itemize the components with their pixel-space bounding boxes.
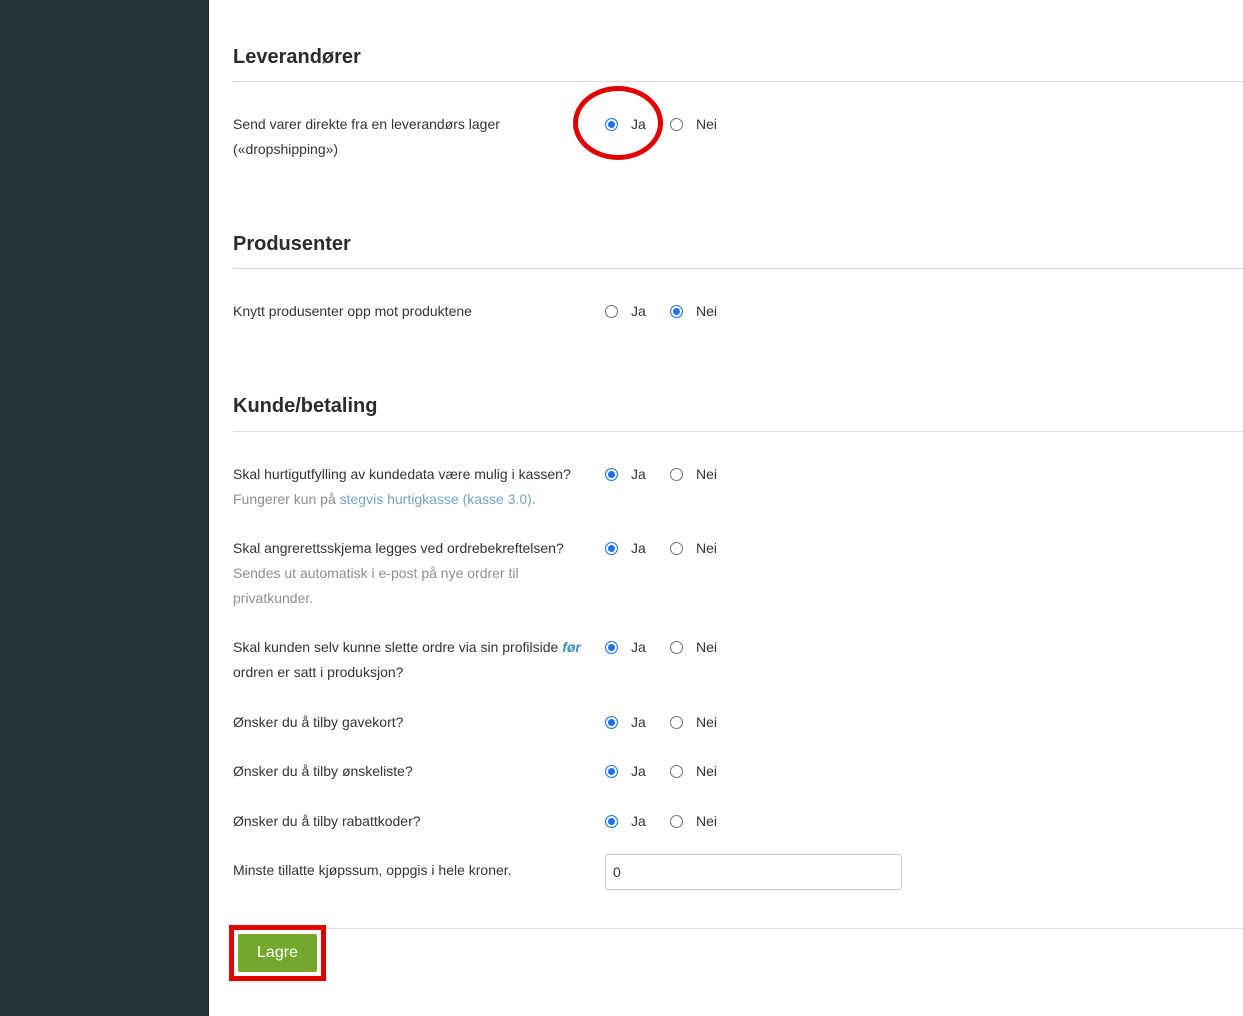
radio-discount-codes-nei[interactable] [670,815,683,828]
setting-label-text: Skal kunden selv kunne slette ordre via … [233,639,563,655]
radio-gift-cards-nei[interactable] [670,716,683,729]
radio-dropshipping-nei[interactable] [670,118,683,131]
section-divider [233,431,1243,432]
radio-dropshipping-ja[interactable] [605,118,618,131]
section-divider [233,81,1243,82]
setting-help-quick-fill: Fungerer kun på stegvis hurtigkasse (kas… [233,487,583,512]
settings-form: Leverandører Send varer direkte fra en l… [233,0,1243,1016]
radio-wishlist-nei[interactable] [670,765,683,778]
help-text: . [531,491,536,507]
setting-label-emphasis: før [562,639,581,655]
radio-delete-orders-ja[interactable] [605,641,618,654]
section-divider [233,268,1243,269]
setting-label-cancellation-form: Skal angrerettsskjema legges ved ordrebe… [233,536,583,611]
radio-label-ja[interactable]: Ja [631,112,646,137]
setting-label-dropshipping: Send varer direkte fra en leverandørs la… [233,116,500,157]
radio-label-ja[interactable]: Ja [631,809,646,834]
setting-label-text: Skal angrerettsskjema legges ved ordrebe… [233,540,564,556]
radio-quick-fill-nei[interactable] [670,468,683,481]
setting-label-min-purchase: Minste tillatte kjøpssum, oppgis i hele … [233,862,512,878]
setting-label-quick-fill: Skal hurtigutfylling av kundedata være m… [233,462,583,512]
save-button[interactable]: Lagre [238,934,317,972]
radio-label-nei[interactable]: Nei [696,462,717,487]
form-footer-divider [233,928,1243,929]
setting-label-gift-cards: Ønsker du å tilby gavekort? [233,714,404,730]
setting-label-discount-codes: Ønsker du å tilby rabattkoder? [233,813,421,829]
setting-help-cancellation-form: Sendes ut automatisk i e-post på nye ord… [233,565,519,606]
radio-label-nei[interactable]: Nei [696,299,717,324]
radio-label-nei[interactable]: Nei [696,759,717,784]
setting-label-text: ordren er satt i produksjon? [233,664,404,680]
radio-label-nei[interactable]: Nei [696,635,717,660]
radio-label-ja[interactable]: Ja [631,759,646,784]
help-text: Fungerer kun på [233,491,340,507]
checkout-link[interactable]: stegvis hurtigkasse (kasse 3.0) [340,491,532,507]
setting-label-text: Skal hurtigutfylling av kundedata være m… [233,466,571,482]
radio-cancellation-form-ja[interactable] [605,542,618,555]
section-title-customer-payment: Kunde/betaling [233,395,378,417]
radio-label-ja[interactable]: Ja [631,710,646,735]
radio-label-nei[interactable]: Nei [696,536,717,561]
radio-link-manufacturers-ja[interactable] [605,305,618,318]
setting-label-delete-orders: Skal kunden selv kunne slette ordre via … [233,635,583,685]
radio-discount-codes-ja[interactable] [605,815,618,828]
section-title-suppliers: Leverandører [233,46,361,68]
radio-gift-cards-ja[interactable] [605,716,618,729]
radio-label-nei[interactable]: Nei [696,809,717,834]
radio-quick-fill-ja[interactable] [605,468,618,481]
radio-delete-orders-nei[interactable] [670,641,683,654]
radio-label-nei[interactable]: Nei [696,710,717,735]
radio-label-ja[interactable]: Ja [631,635,646,660]
sidebar [0,0,209,1016]
radio-label-ja[interactable]: Ja [631,299,646,324]
radio-label-ja[interactable]: Ja [631,536,646,561]
radio-label-ja[interactable]: Ja [631,462,646,487]
section-title-manufacturers: Produsenter [233,233,351,255]
radio-label-nei[interactable]: Nei [696,112,717,137]
min-purchase-input[interactable] [605,854,902,890]
setting-label-link-manufacturers: Knytt produsenter opp mot produktene [233,303,472,319]
radio-cancellation-form-nei[interactable] [670,542,683,555]
radio-link-manufacturers-nei[interactable] [670,305,683,318]
radio-wishlist-ja[interactable] [605,765,618,778]
setting-label-wishlist: Ønsker du å tilby ønskeliste? [233,763,413,779]
